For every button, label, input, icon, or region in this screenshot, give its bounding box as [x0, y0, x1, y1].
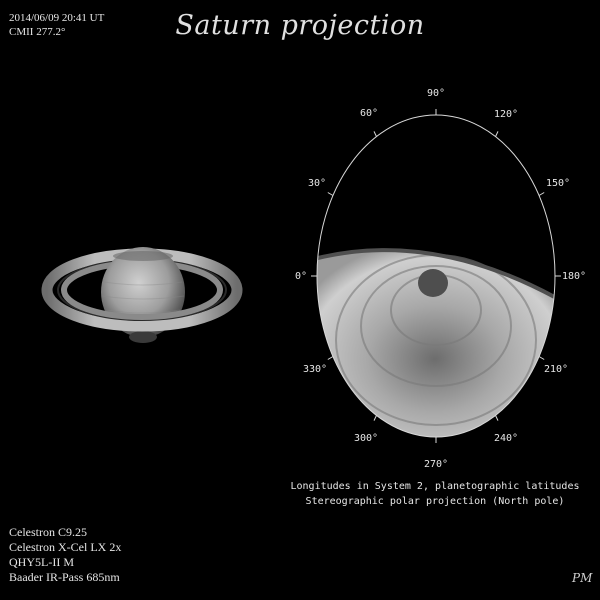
page-title: Saturn projection	[175, 10, 425, 41]
equipment-telescope: Celestron C9.25	[9, 525, 87, 539]
longitude-label: 60°	[360, 108, 378, 119]
projected-surface	[317, 248, 555, 437]
polar-projection: 90° 120° 150° 180° 210° 240° 270° 300° 3…	[295, 88, 586, 470]
equipment-list: Celestron C9.25 Celestron X-Cel LX 2x QH…	[9, 525, 121, 585]
longitude-label: 180°	[562, 271, 586, 282]
longitude-label: 210°	[544, 364, 568, 375]
longitude-label: 0°	[295, 271, 307, 282]
author-signature: PM	[572, 571, 593, 585]
longitude-label: 90°	[427, 88, 445, 99]
longitude-label: 270°	[424, 459, 448, 470]
longitude-label: 240°	[494, 433, 518, 444]
saturn-image	[41, 247, 243, 343]
equipment-camera: QHY5L-II M	[9, 555, 74, 569]
equipment-barlow: Celestron X-Cel LX 2x	[9, 540, 122, 554]
longitude-label: 330°	[303, 364, 327, 375]
projection-caption: Longitudes in System 2, planetographic l…	[270, 479, 600, 509]
longitude-label: 30°	[308, 178, 326, 189]
caption-line-2: Stereographic polar projection (North po…	[305, 496, 565, 507]
longitude-label: 300°	[354, 433, 378, 444]
longitude-label: 150°	[546, 178, 570, 189]
equipment-filter: Baader IR-Pass 685nm	[9, 570, 120, 584]
caption-line-1: Longitudes in System 2, planetographic l…	[290, 481, 580, 492]
longitude-label: 120°	[494, 109, 518, 120]
